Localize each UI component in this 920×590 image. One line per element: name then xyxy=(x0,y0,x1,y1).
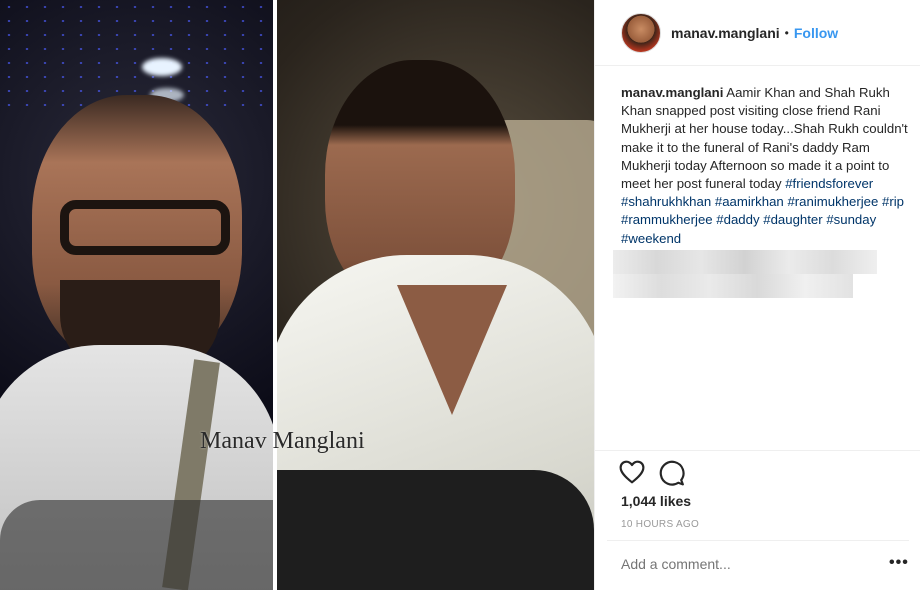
comment-input[interactable] xyxy=(621,556,871,572)
post-side-panel: manav.manglani • Follow manav.manglani A… xyxy=(594,0,920,590)
action-bar-divider xyxy=(595,450,920,451)
car-seat xyxy=(0,500,273,590)
post-timestamp[interactable]: 10 HOURS AGO xyxy=(621,519,699,530)
hashtag-link[interactable]: #rammukherjee xyxy=(621,212,713,227)
photo-left-panel xyxy=(0,0,273,590)
comment-icon[interactable] xyxy=(659,460,685,486)
hashtag-link[interactable]: #daddy xyxy=(716,212,759,227)
shirt-collar xyxy=(397,285,507,415)
hashtag-link[interactable]: #weekend xyxy=(621,231,681,246)
header-username[interactable]: manav.manglani xyxy=(671,25,780,41)
glasses xyxy=(60,200,230,255)
photo-right-panel xyxy=(277,0,594,590)
follow-button[interactable]: Follow xyxy=(794,25,838,41)
heart-icon[interactable] xyxy=(619,460,645,484)
car-seat xyxy=(277,470,594,590)
hashtag-link[interactable]: #shahrukhkhan xyxy=(621,194,711,209)
avatar[interactable] xyxy=(621,12,661,53)
blurred-comment xyxy=(613,274,853,298)
hashtag-link[interactable]: #rip xyxy=(882,194,904,209)
header-separator: • xyxy=(784,25,789,40)
hashtag-link[interactable]: #daughter xyxy=(763,212,822,227)
blurred-comment xyxy=(613,250,877,274)
post-header: manav.manglani • Follow xyxy=(595,0,920,66)
roof-lamp xyxy=(142,58,182,76)
caption-username[interactable]: manav.manglani xyxy=(621,85,723,100)
post-caption: manav.manglani Aamir Khan and Shah Rukh … xyxy=(621,84,909,248)
hashtag-link[interactable]: #ranimukherjee xyxy=(787,194,878,209)
car-roof-lights xyxy=(0,0,273,110)
comment-divider xyxy=(607,540,909,541)
post-photo[interactable]: Manav Manglani xyxy=(0,0,594,590)
hashtag-link[interactable]: #sunday xyxy=(826,212,876,227)
photo-watermark: Manav Manglani xyxy=(200,428,365,454)
more-options-icon[interactable]: ••• xyxy=(889,554,909,572)
hashtag-link[interactable]: #aamirkhan xyxy=(715,194,784,209)
likes-count[interactable]: 1,044 likes xyxy=(621,493,691,509)
hashtag-link[interactable]: #friendsforever xyxy=(785,176,873,191)
